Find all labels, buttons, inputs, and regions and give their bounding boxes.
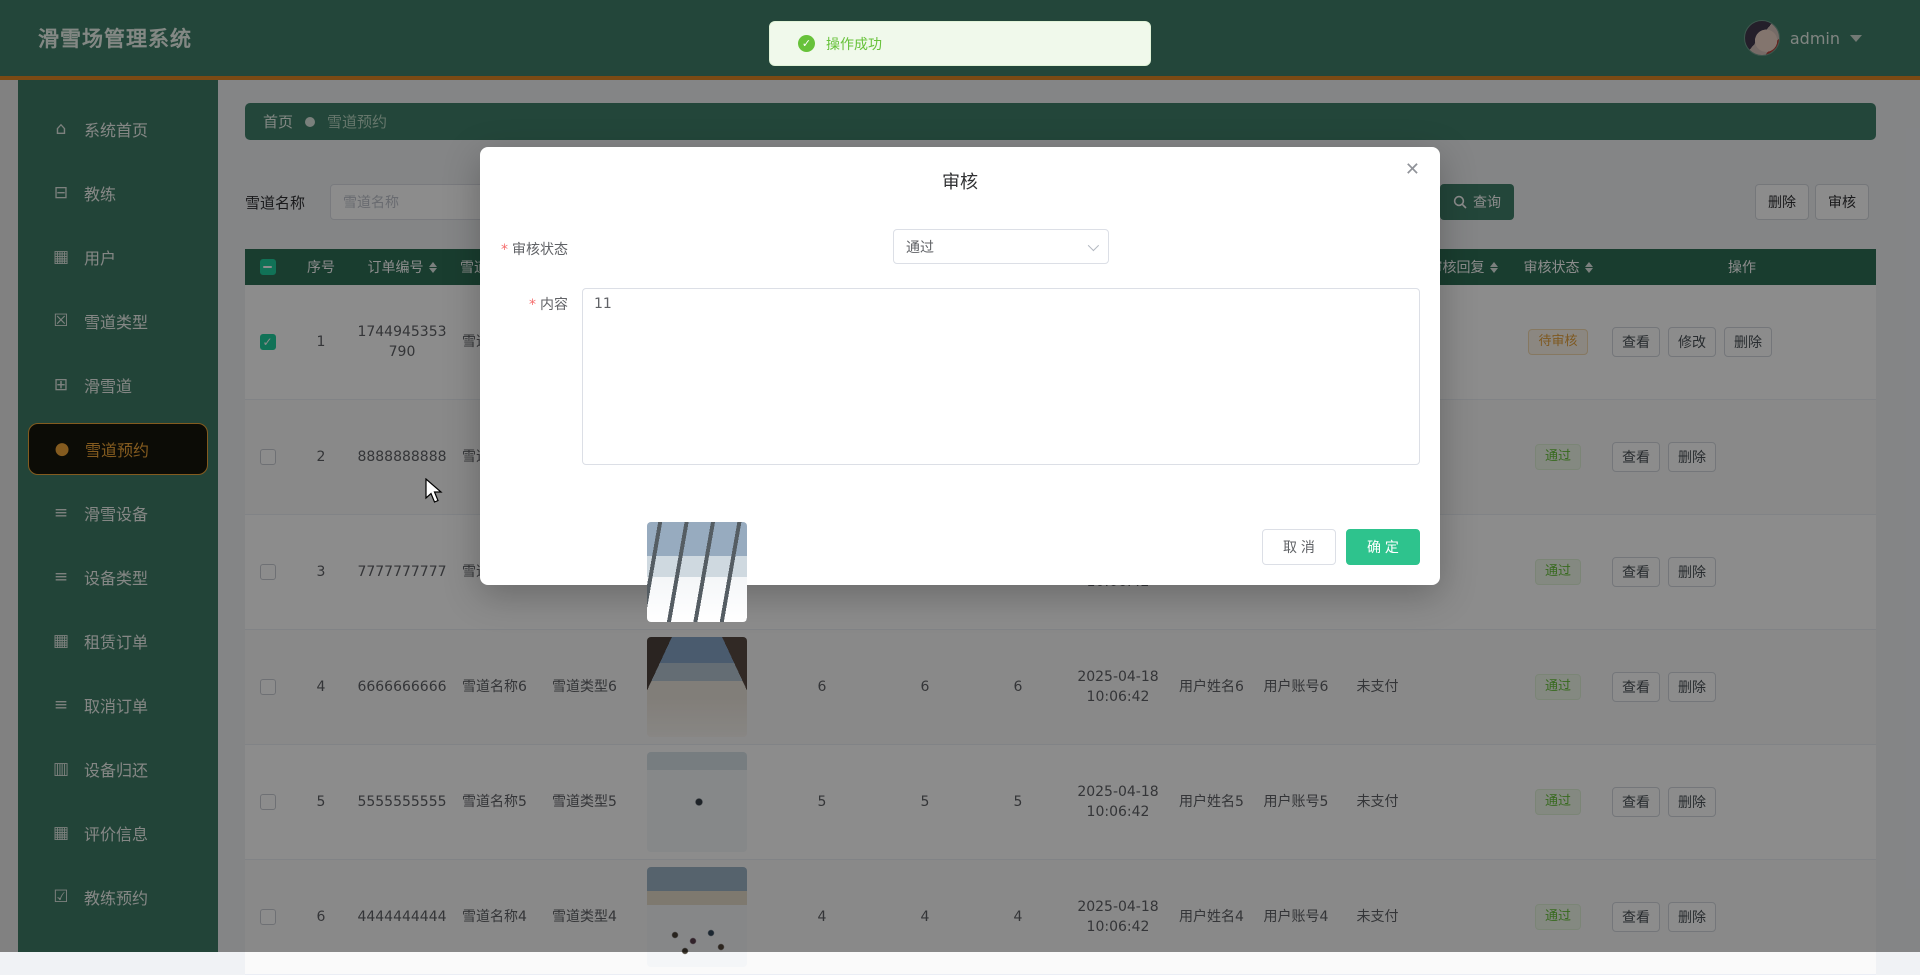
status-select[interactable]: 通过 [893,229,1109,264]
success-check-icon: ✓ [798,35,815,52]
status-field-label: *审核状态 [480,239,568,259]
confirm-button[interactable]: 确 定 [1346,529,1420,565]
mouse-cursor [425,478,447,504]
toast-message: 操作成功 [826,34,882,54]
status-select-value: 通过 [906,237,934,257]
cancel-button[interactable]: 取 消 [1262,529,1336,565]
chevron-down-icon [1088,239,1099,250]
content-field-label: *内容 [480,294,568,314]
audit-dialog: 审核 ✕ *审核状态 通过 *内容 11 取 消 确 定 [480,147,1440,585]
cell-img [632,522,762,622]
required-asterisk: * [501,242,508,258]
close-icon[interactable]: ✕ [1405,161,1420,179]
dialog-title: 审核 [480,168,1440,194]
trail-photo[interactable] [647,522,747,622]
required-asterisk: * [529,297,536,313]
content-textarea[interactable]: 11 [582,288,1420,465]
success-toast: ✓ 操作成功 [769,21,1151,66]
